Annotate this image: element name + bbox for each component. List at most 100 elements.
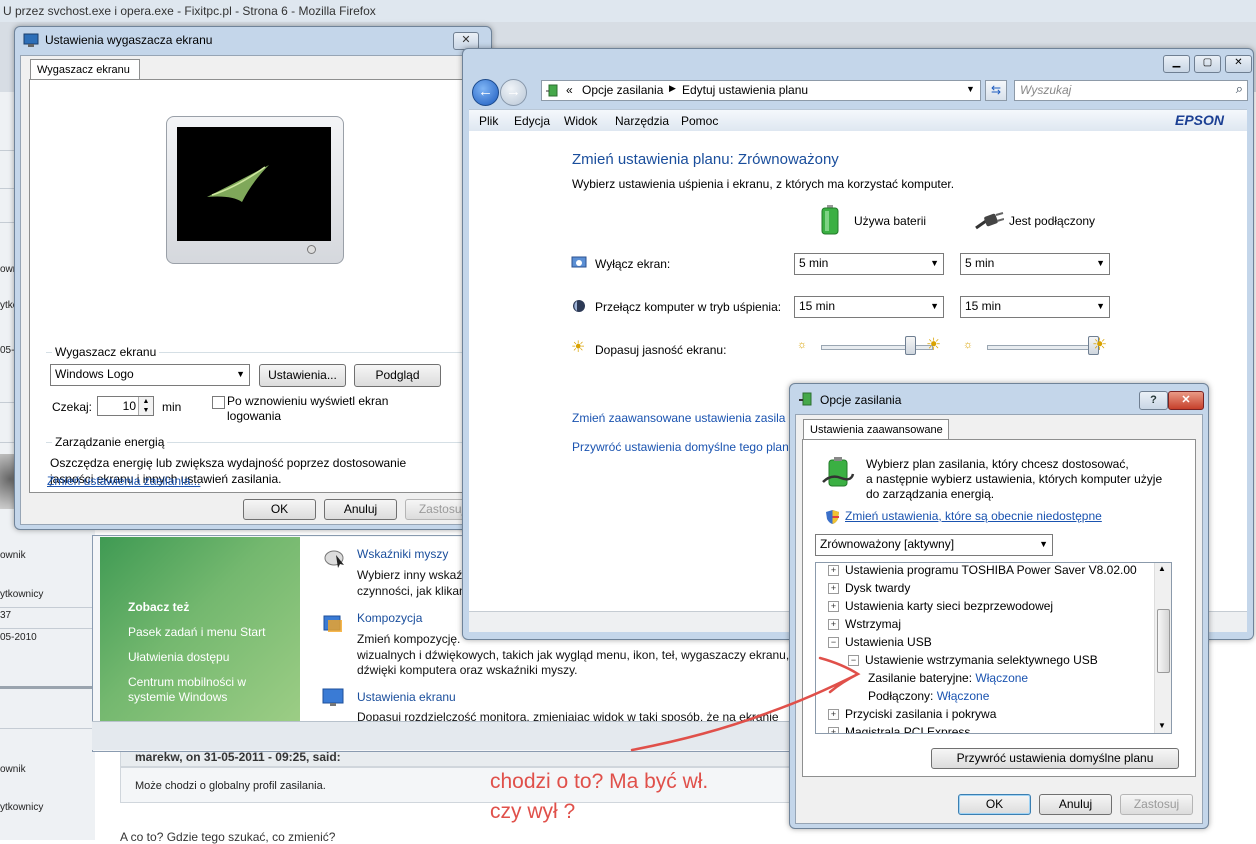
forum-text: ytkownicy: [0, 589, 44, 600]
see-also-title: Zobacz też: [128, 600, 190, 614]
cancel-button[interactable]: Anuluj: [324, 499, 397, 520]
expand-icon[interactable]: +: [828, 565, 839, 577]
maximize-button[interactable]: ▢: [1194, 55, 1221, 73]
tab-advanced-settings[interactable]: Ustawienia zaawansowane: [803, 419, 949, 439]
forward-button[interactable]: →: [500, 79, 527, 106]
tree-item[interactable]: + Ustawienia programu TOSHIBA Power Saver…: [828, 563, 1137, 577]
display-plugged-select[interactable]: 5 min ▼: [960, 253, 1110, 275]
breadcrumb-edit-plan[interactable]: Edytuj ustawienia planu: [682, 83, 808, 97]
tree-item[interactable]: + Dysk twardy: [828, 581, 910, 595]
plugged-setting-value[interactable]: Włączone: [937, 689, 990, 703]
forum-text: ownik: [0, 764, 26, 775]
minimize-button[interactable]: ▁: [1163, 55, 1190, 73]
brightness-battery-slider[interactable]: [821, 345, 933, 350]
annotation-arrow: [630, 656, 861, 752]
brightness-plugged-slider[interactable]: [987, 345, 1099, 350]
change-unavailable-settings-link[interactable]: Zmień ustawienia, które są obecnie niedo…: [845, 509, 1102, 523]
spinner-arrows-icon[interactable]: ▲ ▼: [138, 397, 153, 415]
page-subtitle: Wybierz ustawienia uśpienia i ekranu, z …: [572, 177, 955, 191]
search-icon[interactable]: ⌕: [1236, 81, 1243, 97]
back-button[interactable]: ←: [472, 79, 499, 106]
forum-text: ownik: [0, 550, 26, 561]
sleep-plugged-select[interactable]: 15 min ▼: [960, 296, 1110, 318]
menu-file[interactable]: Plik: [479, 114, 498, 128]
theme-icon: [322, 612, 344, 634]
item-text: Wybierz inny wskaź: [357, 568, 463, 582]
see-also-link[interactable]: systemie Windows: [128, 690, 227, 704]
display-plugged-value: 5 min: [965, 256, 995, 270]
preview-button[interactable]: Podgląd: [354, 364, 441, 387]
tab-screensaver[interactable]: Wygaszacz ekranu: [30, 59, 140, 79]
sleep-plugged-value: 15 min: [965, 299, 1002, 313]
display-off-icon: [571, 255, 587, 271]
ok-button[interactable]: OK: [958, 794, 1031, 815]
brightness-high-icon: ☀: [926, 335, 942, 354]
see-also-link[interactable]: Ułatwienia dostępu: [128, 650, 229, 664]
sleep-label: Przełącz komputer w tryb uśpienia:: [595, 300, 782, 314]
close-button[interactable]: ✕: [1225, 55, 1252, 73]
battery-setting-value[interactable]: Włączone: [975, 671, 1028, 685]
monitor-power-icon: [307, 245, 316, 254]
sleep-battery-select[interactable]: 15 min ▼: [794, 296, 944, 318]
cancel-button[interactable]: Anuluj: [1039, 794, 1112, 815]
tree-item-label: Ustawienia programu TOSHIBA Power Saver …: [845, 563, 1137, 577]
see-also-link[interactable]: Centrum mobilności w: [128, 675, 246, 689]
tree-item[interactable]: − Ustawienie wstrzymania selektywnego USB: [848, 653, 1098, 667]
item-title-mouse[interactable]: Wskaźniki myszy: [357, 547, 448, 561]
expand-icon[interactable]: +: [828, 583, 839, 595]
screensaver-select[interactable]: Windows Logo ▼: [50, 364, 250, 386]
help-button[interactable]: ?: [1139, 391, 1168, 410]
address-bar[interactable]: « Opcje zasilania ▶ Edytuj ustawienia pl…: [541, 80, 981, 101]
restore-defaults-link[interactable]: Przywróć ustawienia domyślne tego planu: [572, 440, 795, 454]
brightness-icon: ☀: [571, 339, 586, 356]
screensaver-window-icon: [23, 32, 39, 48]
advanced-settings-link[interactable]: Zmień zaawansowane ustawienia zasila: [572, 411, 785, 425]
scrollbar-thumb[interactable]: [1157, 609, 1170, 673]
breadcrumb-prefix[interactable]: «: [566, 83, 573, 97]
close-button[interactable]: ✕: [1168, 391, 1204, 410]
chevron-down-icon: ▼: [1096, 258, 1105, 268]
epson-logo: EPSON: [1175, 112, 1225, 128]
settings-button[interactable]: Ustawienia...: [259, 364, 346, 387]
search-input[interactable]: Wyszukaj ⌕: [1014, 80, 1248, 101]
tree-scrollbar[interactable]: ▲ ▼: [1154, 563, 1171, 733]
chevron-down-icon: ▼: [930, 258, 939, 268]
expand-icon[interactable]: +: [828, 601, 839, 613]
tree-item-battery[interactable]: Zasilanie bateryjne: Włączone: [868, 671, 1028, 685]
menu-tools[interactable]: Narzędzia: [615, 114, 669, 128]
refresh-icon[interactable]: ⇆: [985, 80, 1007, 101]
plan-select[interactable]: Zrównoważony [aktywny] ▼: [815, 534, 1053, 556]
tree-item-label: Ustawienie wstrzymania selektywnego USB: [865, 653, 1098, 667]
forum-text: ytkownicy: [0, 802, 44, 813]
apply-button[interactable]: Zastosuj: [1120, 794, 1193, 815]
change-power-settings-link[interactable]: Zmień ustawienia zasilania...: [47, 474, 200, 488]
restore-plan-defaults-button[interactable]: Przywróć ustawienia domyślne planu: [931, 748, 1179, 769]
tree-item[interactable]: + Ustawienia karty sieci bezprzewodowej: [828, 599, 1053, 613]
tree-item-plugged[interactable]: Podłączony: Włączone: [868, 689, 989, 703]
wait-spinner[interactable]: 10 ▲ ▼: [97, 396, 154, 416]
tree-item[interactable]: + Wstrzymaj: [828, 617, 901, 631]
breadcrumb-power-options[interactable]: Opcje zasilania: [582, 83, 663, 97]
page-title: Zmień ustawienia planu: Zrównoważony: [572, 151, 839, 168]
see-also-link[interactable]: Pasek zadań i menu Start: [128, 625, 265, 639]
sleep-battery-value: 15 min: [799, 299, 836, 313]
ok-button[interactable]: OK: [243, 499, 316, 520]
brightness-low-icon: ☼: [797, 339, 808, 351]
brightness-battery-thumb[interactable]: [905, 336, 916, 355]
resume-checkbox[interactable]: [212, 396, 225, 409]
menu-edit[interactable]: Edycja: [514, 114, 550, 128]
scroll-down-icon[interactable]: ▼: [1158, 721, 1166, 730]
menu-help[interactable]: Pomoc: [681, 114, 718, 128]
screensaver-group-label: Wygaszacz ekranu: [52, 345, 160, 359]
scroll-up-icon[interactable]: ▲: [1158, 564, 1166, 573]
power-text: Oszczędza energię lub zwiększa wydajność…: [50, 456, 407, 470]
chevron-down-icon[interactable]: ▼: [966, 84, 975, 94]
item-title-theme[interactable]: Kompozycja: [357, 611, 422, 625]
sleep-icon: [571, 298, 587, 314]
menu-view[interactable]: Widok: [564, 114, 597, 128]
display-battery-select[interactable]: 5 min ▼: [794, 253, 944, 275]
item-title-display[interactable]: Ustawienia ekranu: [357, 690, 456, 704]
power-options-icon: [799, 391, 815, 407]
expand-icon[interactable]: +: [828, 619, 839, 631]
tree-item-label: Dysk twardy: [845, 581, 911, 595]
